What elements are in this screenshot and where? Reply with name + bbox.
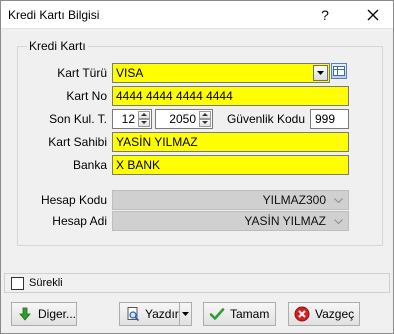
vazgec-button[interactable]: Vazgeç <box>288 302 360 326</box>
kart-no-value: 4444 4444 4444 4444 <box>116 89 233 103</box>
banka-label: Banka <box>72 158 107 172</box>
arrow-up-icon <box>141 113 147 116</box>
year-value: 2050 <box>169 112 196 126</box>
lookup-table-icon <box>333 66 345 76</box>
kart-turu-dropdown-button[interactable] <box>313 65 328 81</box>
hesap-kodu-label: Hesap Kodu <box>40 193 107 207</box>
yazdir-label: Yazdır <box>145 307 179 321</box>
hesap-adi-value: YASİN YILMAZ <box>244 214 326 228</box>
month-stepper[interactable]: 12 <box>112 109 152 129</box>
kart-no-label: Kart No <box>66 89 107 103</box>
kart-turu-value: VISA <box>116 66 144 80</box>
kart-turu-select[interactable]: VISA <box>112 63 330 83</box>
group-title: Kredi Kartı <box>27 39 88 53</box>
close-button[interactable] <box>361 3 385 27</box>
diger-button[interactable]: Diger... <box>11 302 77 326</box>
month-up-button[interactable] <box>138 111 150 119</box>
yazdir-button[interactable]: Yazdır <box>119 302 192 326</box>
window-title: Kredi Kartı Bilgisi <box>8 8 100 22</box>
kart-turu-label: Kart Türü <box>57 66 107 80</box>
month-down-button[interactable] <box>138 119 150 127</box>
guvenlik-kodu-input[interactable]: 999 <box>310 109 349 129</box>
title-bar: Kredi Kartı Bilgisi ? <box>1 1 393 29</box>
guvenlik-kodu-label: Güvenlik Kodu <box>226 112 305 126</box>
surekli-checkbox[interactable] <box>11 277 24 290</box>
chevron-down-icon <box>334 219 343 224</box>
banka-input[interactable]: X BANK <box>112 155 349 175</box>
year-up-button[interactable] <box>199 111 211 119</box>
month-spin-buttons[interactable] <box>138 111 150 127</box>
banka-value: X BANK <box>116 158 161 172</box>
hesap-adi-select[interactable]: YASİN YILMAZ <box>112 211 349 231</box>
tamam-label: Tamam <box>230 307 270 321</box>
guvenlik-kodu-value: 999 <box>315 112 336 126</box>
printer-preview-icon <box>127 307 140 322</box>
vazgec-label: Vazgeç <box>315 307 355 321</box>
son-kul-label: Son Kul. T. <box>49 112 107 126</box>
month-value: 12 <box>121 112 135 126</box>
hesap-kodu-value: YILMAZ300 <box>262 193 326 207</box>
tamam-button[interactable]: Tamam <box>203 302 276 326</box>
surekli-label[interactable]: Sürekli <box>29 277 63 289</box>
year-stepper[interactable]: 2050 <box>155 109 213 129</box>
dialog-window: Kredi Kartı Bilgisi ? Kredi Kartı Kart T… <box>0 0 394 334</box>
kart-sahibi-input[interactable]: YASİN YILMAZ <box>112 132 349 152</box>
chevron-down-icon <box>182 312 189 316</box>
year-down-button[interactable] <box>199 119 211 127</box>
lookup-button[interactable] <box>331 63 347 79</box>
kart-sahibi-value: YASİN YILMAZ <box>116 135 198 149</box>
diger-label: Diger... <box>38 307 77 321</box>
arrow-down-icon <box>202 121 208 124</box>
red-cancel-icon <box>294 306 310 322</box>
year-spin-buttons[interactable] <box>199 111 211 127</box>
hesap-kodu-select[interactable]: YILMAZ300 <box>112 190 349 210</box>
close-icon <box>367 9 379 21</box>
hesap-adi-label: Hesap Adi <box>52 214 107 228</box>
arrow-up-icon <box>202 113 208 116</box>
chevron-down-icon <box>334 198 343 203</box>
green-down-arrow-icon <box>19 307 31 321</box>
kart-sahibi-label: Kart Sahibi <box>48 135 107 149</box>
arrow-down-icon <box>141 121 147 124</box>
chevron-down-icon <box>317 71 324 75</box>
green-check-icon <box>209 308 225 320</box>
kart-no-input[interactable]: 4444 4444 4444 4444 <box>112 86 349 106</box>
help-button[interactable]: ? <box>313 3 337 27</box>
yazdir-dropdown-button[interactable] <box>179 303 191 325</box>
